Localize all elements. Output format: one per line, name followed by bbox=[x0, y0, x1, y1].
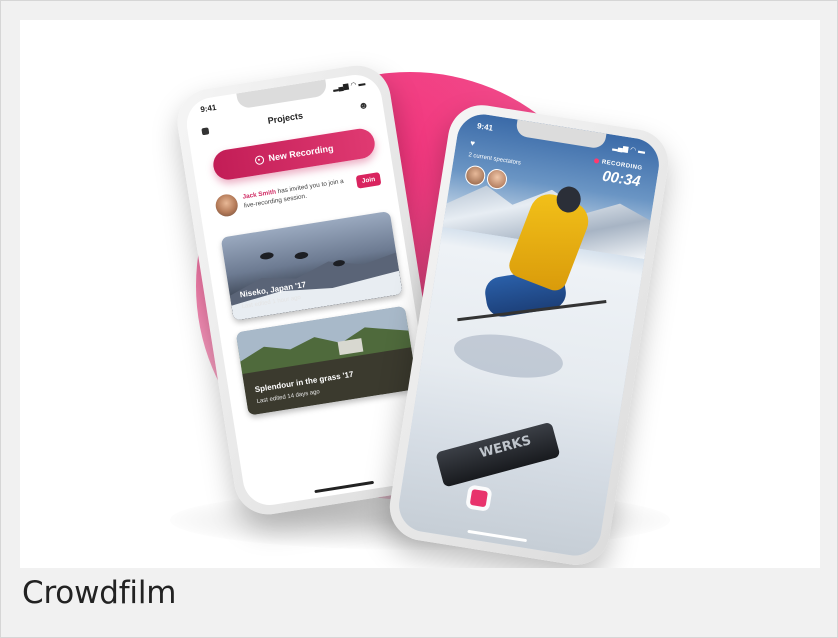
user-icon[interactable]: ☻ bbox=[358, 100, 370, 113]
new-recording-label: New Recording bbox=[267, 143, 335, 164]
stop-recording-button[interactable] bbox=[469, 489, 489, 508]
invite-message: Jack Smith has invited you to join a liv… bbox=[242, 175, 355, 210]
join-button[interactable]: Join bbox=[355, 172, 382, 189]
status-icons: ▂▄▆ ◠ ▬ bbox=[332, 80, 366, 93]
recording-dot-icon bbox=[593, 158, 600, 164]
avatar bbox=[214, 192, 240, 218]
project-card[interactable]: Splendour in the grass '17 Last edited 1… bbox=[235, 305, 418, 416]
portfolio-card[interactable]: 9:41 ▂▄▆ ◠ ▬ Projects ☻ New Recording Ja… bbox=[0, 0, 838, 638]
record-icon bbox=[254, 154, 265, 165]
skier-shadow bbox=[451, 327, 566, 385]
project-caption[interactable]: Crowdfilm bbox=[22, 575, 176, 611]
project-card[interactable]: Niseko, Japan '17 Last edited 1 hour ago bbox=[220, 210, 403, 321]
project-image[interactable]: 9:41 ▂▄▆ ◠ ▬ Projects ☻ New Recording Ja… bbox=[20, 20, 820, 568]
status-time: 9:41 bbox=[199, 102, 217, 115]
